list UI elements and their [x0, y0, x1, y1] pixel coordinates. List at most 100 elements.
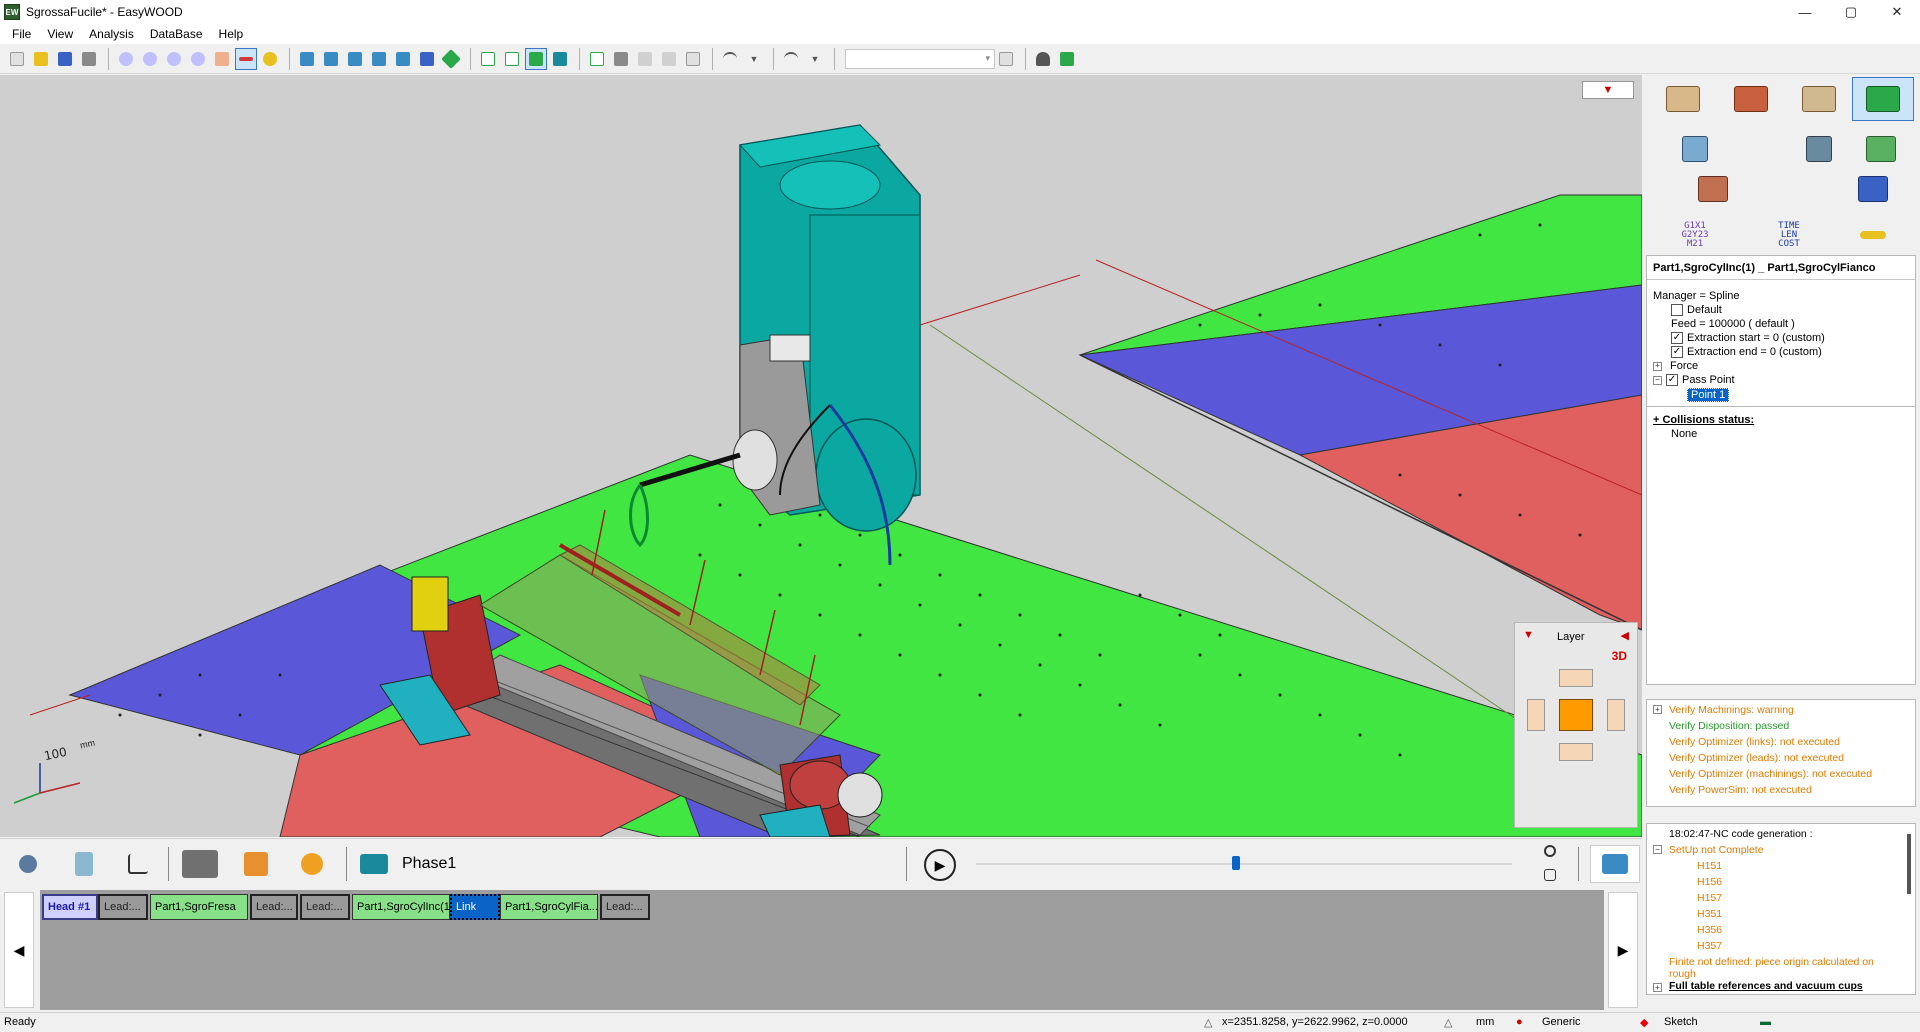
shield-solid-icon[interactable] — [525, 47, 547, 70]
pass-point-collapse-icon[interactable]: − — [1653, 375, 1662, 385]
menu-help[interactable]: Help — [211, 27, 252, 41]
pass-point-checkbox[interactable]: ✓ — [1666, 374, 1678, 386]
edit-pencil-icon[interactable] — [1654, 77, 1712, 121]
status-profile[interactable]: Generic — [1542, 1016, 1581, 1028]
shield-wire-icon[interactable] — [477, 48, 499, 70]
simulation-slider-thumb[interactable] — [1232, 856, 1240, 870]
menu-file[interactable]: File — [4, 27, 39, 41]
computer-icon[interactable] — [1666, 127, 1724, 171]
new-file-icon[interactable] — [6, 48, 28, 70]
copy-icon[interactable] — [995, 48, 1017, 70]
extraction-end-checkbox[interactable]: ✓ — [1671, 346, 1683, 358]
log-scrollbar[interactable] — [1907, 834, 1911, 894]
tool-path-icon[interactable] — [634, 48, 656, 70]
gcode-icon[interactable]: G1X1 G2Y23 M21 — [1666, 213, 1724, 257]
zoom-view-icon[interactable] — [1530, 839, 1570, 863]
play-button[interactable]: ▶ — [924, 849, 956, 881]
layer-collapse-icon[interactable]: ▼ — [1523, 629, 1534, 641]
log-expand-icon[interactable]: + — [1653, 983, 1662, 992]
mail-icon[interactable] — [1056, 48, 1078, 70]
view-right-icon[interactable] — [392, 48, 414, 70]
simulation-slider-track[interactable] — [976, 863, 1512, 865]
timeline-chip-part[interactable]: Part1,SgroCylFia... — [500, 894, 598, 920]
select-box-icon[interactable] — [586, 48, 608, 70]
shield-shaded-icon[interactable] — [549, 48, 571, 70]
tool-off-icon[interactable] — [658, 48, 680, 70]
robot-icon[interactable] — [610, 48, 632, 70]
panel-board-icon[interactable] — [1790, 77, 1848, 121]
redo-dropdown-icon[interactable]: ▼ — [804, 48, 826, 70]
view-top-icon[interactable] — [320, 48, 342, 70]
layer-right[interactable] — [1607, 699, 1625, 731]
recycle-bin-icon[interactable] — [64, 845, 104, 883]
verify-expand-icon[interactable]: + — [1653, 705, 1662, 714]
machine-bed-icon[interactable] — [180, 845, 220, 883]
zoom-window-icon[interactable] — [115, 48, 137, 70]
layer-back-icon[interactable]: ◀ — [1621, 629, 1629, 642]
force-expand-icon[interactable]: + — [1653, 361, 1662, 371]
close-button[interactable]: ✕ — [1874, 0, 1920, 24]
timeline-chip-link[interactable]: Link — [450, 894, 500, 920]
timeline-prev-button[interactable]: ◀ — [4, 892, 34, 1008]
layer-bottom[interactable] — [1559, 743, 1593, 761]
zoom-in-icon[interactable] — [139, 48, 161, 70]
explosion-icon[interactable] — [292, 845, 332, 883]
zoom-out-icon[interactable] — [163, 48, 185, 70]
report-icon[interactable] — [682, 48, 704, 70]
timeline-chip-lead[interactable]: Lead:... — [250, 894, 298, 920]
layer-left[interactable] — [1527, 699, 1545, 731]
save-icon[interactable] — [54, 48, 76, 70]
fit-view-icon[interactable] — [1530, 863, 1570, 887]
menu-database[interactable]: DataBase — [142, 27, 211, 41]
timeline-chip-lead[interactable]: Lead:... — [98, 894, 148, 920]
timeline-chip-part[interactable]: Part1,SgroFresa — [150, 894, 248, 920]
collisions-title[interactable]: + Collisions status: — [1653, 414, 1754, 426]
layer-3d-toggle[interactable]: 3D — [1612, 649, 1627, 663]
settings-gear-icon[interactable] — [8, 845, 48, 883]
machine-tool-icon[interactable] — [1722, 77, 1780, 121]
timeline-chip-lead[interactable]: Lead:... — [300, 894, 350, 920]
default-checkbox[interactable] — [1671, 304, 1683, 316]
sort-list-icon[interactable] — [1590, 845, 1640, 883]
view-left-icon[interactable] — [368, 48, 390, 70]
view-front-icon[interactable] — [344, 48, 366, 70]
maximize-button[interactable]: ▢ — [1828, 0, 1874, 24]
packaging-icon[interactable] — [1684, 167, 1742, 211]
phase-label[interactable]: Phase1 — [402, 855, 456, 873]
money-icon[interactable] — [1852, 127, 1910, 171]
point1-item[interactable]: Point 1 — [1687, 388, 1730, 402]
view-iso-icon[interactable] — [296, 48, 318, 70]
zoom-all-icon[interactable] — [187, 48, 209, 70]
3d-viewport[interactable]: ▼ 100 mm — [0, 75, 1642, 837]
timeline-chip-head[interactable]: Head #1 — [42, 894, 98, 920]
timeline-track[interactable]: Head #1 Lead:... Part1,SgroFresa Lead:..… — [40, 890, 1604, 1010]
user-icon[interactable] — [1032, 48, 1054, 70]
view-menu-button[interactable]: ▼ — [1582, 81, 1634, 99]
tool-holder-icon[interactable] — [1790, 127, 1848, 171]
axis-icon[interactable] — [118, 845, 158, 883]
timeline-chip-part[interactable]: Part1,SgroCylInc(1) — [352, 894, 450, 920]
menu-analysis[interactable]: Analysis — [81, 27, 142, 41]
time-cost-icon[interactable]: TIME LEN COST — [1760, 213, 1818, 257]
export-icon[interactable] — [1844, 167, 1902, 211]
key-icon[interactable] — [1844, 213, 1902, 257]
view-back-icon[interactable] — [416, 48, 438, 70]
undo-dropdown-icon[interactable]: ▼ — [743, 48, 765, 70]
measure-icon[interactable] — [235, 47, 257, 70]
light-bulb-icon[interactable] — [259, 48, 281, 70]
phase-table-icon[interactable] — [354, 845, 394, 883]
log-collapse-icon[interactable]: − — [1653, 845, 1662, 854]
machining-active-icon[interactable] — [1852, 77, 1914, 121]
layer-center[interactable] — [1559, 699, 1593, 731]
tool-spark-icon[interactable] — [236, 845, 276, 883]
redo-icon[interactable] — [780, 48, 802, 70]
status-mode[interactable]: Sketch — [1664, 1016, 1698, 1028]
extraction-start-checkbox[interactable]: ✓ — [1671, 332, 1683, 344]
minimize-button[interactable]: — — [1782, 0, 1828, 24]
print-icon[interactable] — [78, 48, 100, 70]
view-rotate-icon[interactable] — [440, 48, 462, 70]
timeline-chip-lead[interactable]: Lead:... — [600, 894, 650, 920]
log-full-table[interactable]: Full table references and vacuum cups — [1669, 980, 1863, 992]
pan-hand-icon[interactable] — [211, 48, 233, 70]
menu-view[interactable]: View — [39, 27, 81, 41]
